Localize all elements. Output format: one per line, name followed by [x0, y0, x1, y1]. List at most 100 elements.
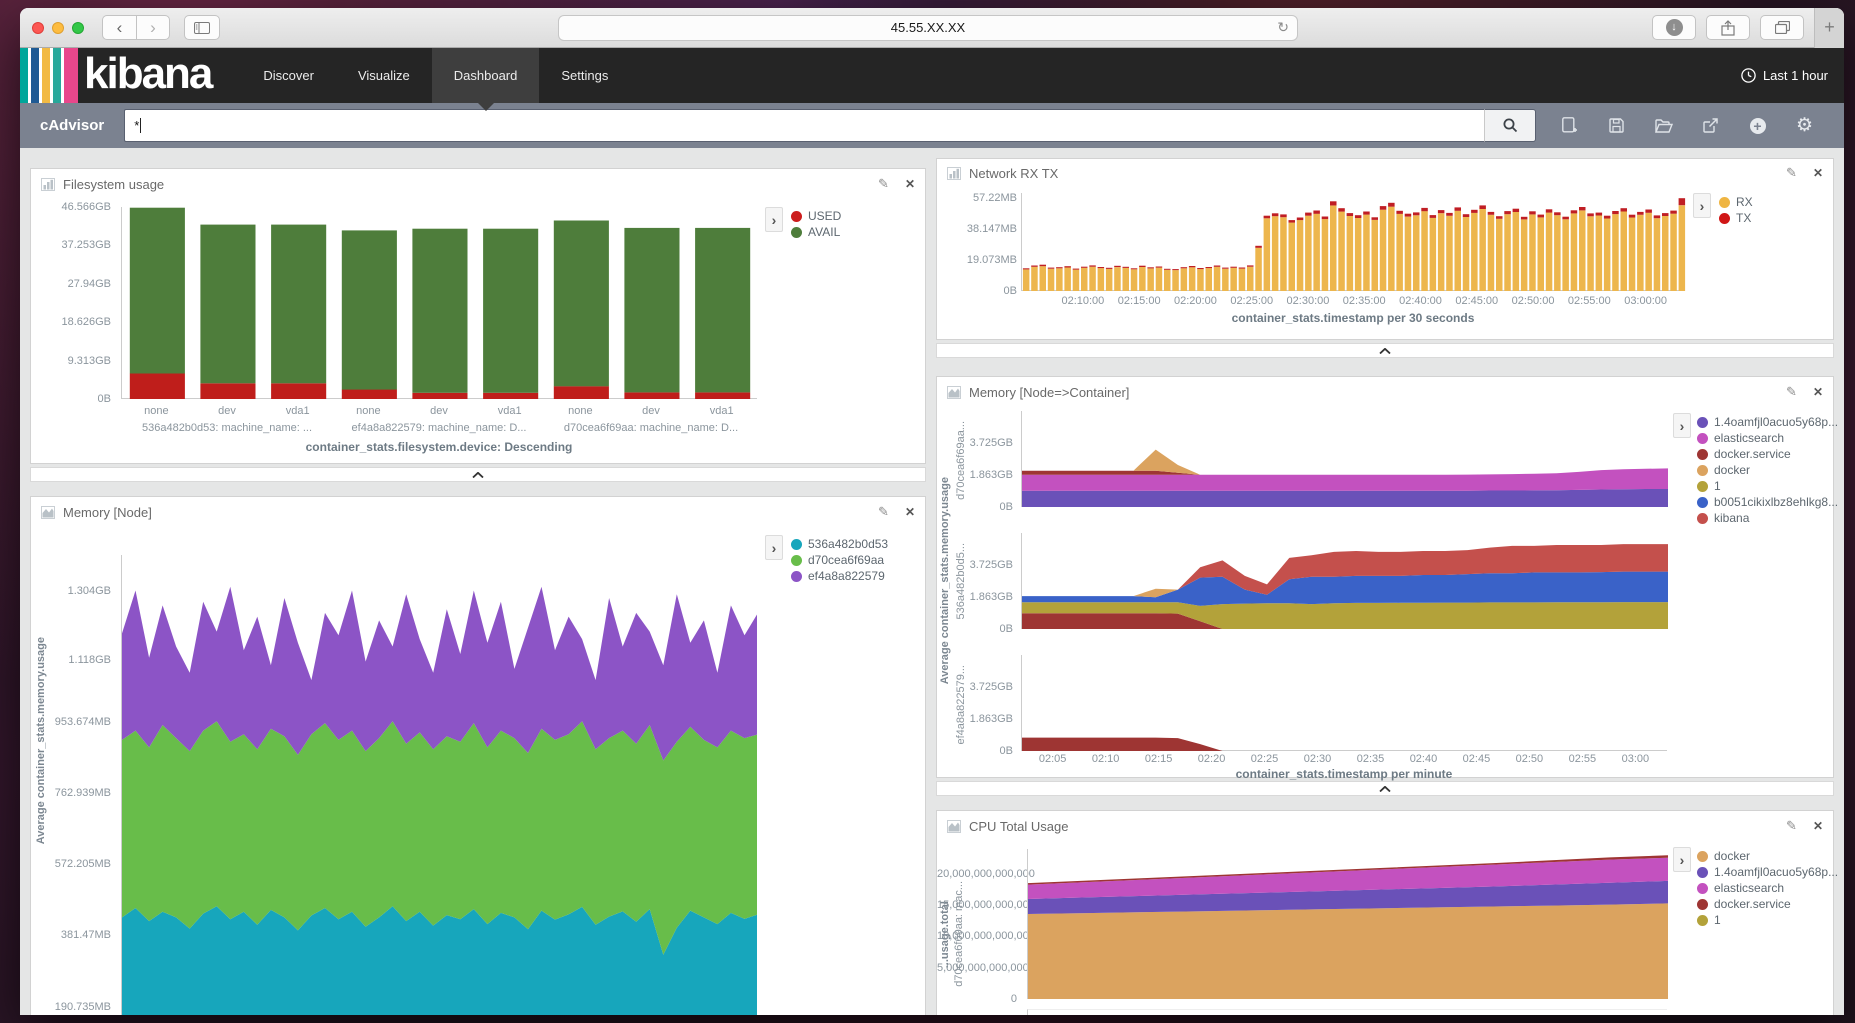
new-dashboard-button[interactable]	[1546, 117, 1593, 134]
close-panel-icon[interactable]: ✕	[1813, 166, 1823, 180]
minimize-window-button[interactable]	[52, 22, 64, 34]
add-visualization-button[interactable]: +	[1734, 118, 1781, 134]
panel-header[interactable]: Network RX TX ✎✕	[937, 159, 1833, 187]
bar-segment	[1247, 265, 1254, 266]
bar-label: vda1	[686, 405, 757, 417]
dashboard-options-button[interactable]: ⚙	[1781, 116, 1828, 135]
share-button[interactable]	[1706, 15, 1750, 40]
memory-container-subchart[interactable]	[1021, 533, 1667, 629]
legend-item[interactable]: kibana	[1697, 511, 1831, 525]
x-tick-label: 02:25	[1251, 753, 1279, 765]
legend-color-dot	[791, 227, 802, 238]
legend-collapse-chevron[interactable]: ›	[1673, 847, 1691, 872]
bar-segment	[1438, 210, 1445, 213]
legend-collapse-chevron[interactable]: ›	[1693, 193, 1711, 218]
legend-item[interactable]: USED	[791, 209, 921, 223]
chevron-up-icon	[472, 472, 484, 478]
new-tab-button[interactable]: +	[1814, 8, 1844, 48]
bar-segment	[1347, 216, 1354, 291]
legend-item[interactable]: 1.4oamfjl0acuo5y68p...	[1697, 865, 1831, 879]
panel-header[interactable]: CPU Total Usage ✎✕	[937, 811, 1833, 841]
memory-node-chart[interactable]	[121, 555, 757, 1015]
network-chart[interactable]	[1021, 193, 1685, 291]
memory-container-subchart[interactable]	[1021, 411, 1667, 507]
legend-item[interactable]: RX	[1719, 195, 1827, 209]
close-panel-icon[interactable]: ✕	[905, 177, 915, 191]
tab-visualize[interactable]: Visualize	[336, 48, 432, 103]
x-tick-label: 02:45	[1463, 753, 1491, 765]
close-panel-icon[interactable]: ✕	[905, 505, 915, 519]
bar-segment	[1455, 211, 1462, 291]
legend-item[interactable]: b0051cikixlbz8ehlkg8...	[1697, 495, 1831, 509]
y-tick-label: 190.735MB	[31, 1001, 111, 1013]
y-tick-label: 3.725GB	[937, 559, 1013, 571]
kibana-logo-text: kibana	[84, 48, 211, 103]
panel-collapse-toggle[interactable]	[30, 467, 926, 482]
close-window-button[interactable]	[32, 22, 44, 34]
search-button[interactable]	[1484, 109, 1536, 142]
legend-item[interactable]: 1	[1697, 479, 1831, 493]
downloads-button[interactable]: ↓	[1652, 15, 1696, 40]
panel-filesystem-usage: Filesystem usage ✎✕ 46.566GB37.253GB27.9…	[30, 168, 926, 464]
area-chart-icon	[41, 506, 55, 519]
panel-header[interactable]: Memory [Node=>Container] ✎✕	[937, 377, 1833, 407]
bar-segment	[1264, 218, 1271, 291]
panel-header[interactable]: Memory [Node] ✎✕	[31, 497, 925, 527]
legend-item[interactable]: 1	[1697, 913, 1831, 927]
tab-dashboard[interactable]: Dashboard	[432, 48, 540, 103]
filesystem-chart[interactable]	[121, 207, 757, 399]
edit-panel-icon[interactable]: ✎	[1786, 384, 1797, 400]
legend-collapse-chevron[interactable]: ›	[765, 535, 783, 560]
save-dashboard-button[interactable]	[1593, 118, 1640, 133]
legend-item[interactable]: 1.4oamfjl0acuo5y68p...	[1697, 415, 1831, 429]
panel-collapse-toggle[interactable]	[936, 343, 1834, 358]
timepicker[interactable]: Last 1 hour	[1741, 48, 1844, 103]
legend-label: d70cea6f69aa	[808, 553, 884, 567]
x-tick-label: 03:00:00	[1624, 295, 1667, 307]
close-panel-icon[interactable]: ✕	[1813, 819, 1823, 833]
stacked-area-svg	[1028, 849, 1668, 999]
back-button[interactable]: ‹	[102, 15, 136, 40]
legend-item[interactable]: docker.service	[1697, 447, 1831, 461]
legend-label: docker	[1714, 463, 1750, 477]
legend-collapse-chevron[interactable]: ›	[1673, 413, 1691, 438]
x-tick-label: 02:55	[1569, 753, 1597, 765]
legend-item[interactable]: d70cea6f69aa	[791, 553, 921, 567]
cpu-chart[interactable]	[1027, 849, 1667, 999]
edit-panel-icon[interactable]: ✎	[1786, 818, 1797, 834]
y-tick-label: 953.674MB	[31, 716, 111, 728]
zoom-window-button[interactable]	[72, 22, 84, 34]
sidebar-button[interactable]	[184, 15, 220, 40]
legend-item[interactable]: elasticsearch	[1697, 431, 1831, 445]
forward-button[interactable]: ›	[136, 15, 170, 40]
legend-item[interactable]: docker	[1697, 463, 1831, 477]
memory-container-subchart[interactable]	[1021, 655, 1667, 751]
bar-segment	[1114, 267, 1121, 291]
tab-overview-button[interactable]	[1760, 15, 1804, 40]
panel-collapse-toggle[interactable]	[936, 781, 1834, 796]
chevron-up-icon	[1379, 348, 1391, 354]
panel-header[interactable]: Filesystem usage ✎✕	[31, 169, 925, 199]
tab-discover[interactable]: Discover	[241, 48, 336, 103]
address-bar[interactable]: 45.55.XX.XX ↻	[558, 15, 1298, 41]
edit-panel-icon[interactable]: ✎	[878, 176, 889, 192]
legend-item[interactable]: TX	[1719, 211, 1827, 225]
bar-segment	[1538, 217, 1545, 291]
legend-item[interactable]: 536a482b0d53	[791, 537, 921, 551]
tab-settings[interactable]: Settings	[539, 48, 630, 103]
legend-item[interactable]: elasticsearch	[1697, 881, 1831, 895]
share-dashboard-button[interactable]	[1687, 118, 1734, 133]
edit-panel-icon[interactable]: ✎	[1786, 165, 1797, 181]
open-dashboard-button[interactable]	[1640, 119, 1687, 133]
legend-item[interactable]: docker	[1697, 849, 1831, 863]
query-input[interactable]: *	[124, 109, 1484, 142]
legend-collapse-chevron[interactable]: ›	[765, 207, 783, 232]
reload-icon[interactable]: ↻	[1277, 19, 1289, 36]
close-panel-icon[interactable]: ✕	[1813, 385, 1823, 399]
legend-item[interactable]: docker.service	[1697, 897, 1831, 911]
bar-segment	[1139, 267, 1146, 291]
edit-panel-icon[interactable]: ✎	[878, 504, 889, 520]
legend-item[interactable]: ef4a8a822579	[791, 569, 921, 583]
bar-segment	[1446, 216, 1453, 291]
legend-item[interactable]: AVAIL	[791, 225, 921, 239]
